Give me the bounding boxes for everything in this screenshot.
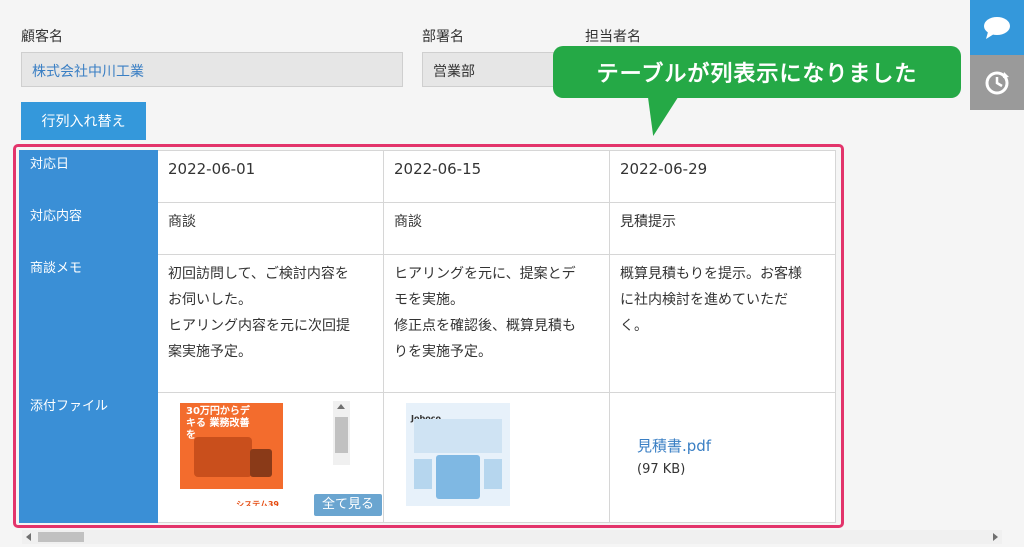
memo-cell[interactable]: 概算見積もりを提示。お客様 に社内検討を進めていただ く。 xyxy=(609,254,836,393)
memo-line: 修正点を確認後、概算見積も xyxy=(394,318,576,334)
thumbnail-illustration xyxy=(484,459,502,489)
thumbnail-footer: システム39 xyxy=(180,489,283,506)
horizontal-scrollbar[interactable] xyxy=(22,530,1002,544)
header-memo: 商談メモ xyxy=(19,254,158,393)
thumbnail-illustration xyxy=(194,437,252,477)
scroll-left-icon[interactable] xyxy=(26,533,31,541)
scroll-right-icon[interactable] xyxy=(993,533,998,541)
activity-table: 対応日 2022-06-01 2022-06-15 2022-06-29 対応内… xyxy=(19,150,836,523)
date-cell[interactable]: 2022-06-29 xyxy=(609,150,836,203)
attachment-thumbnail[interactable]: 30万円からデキる 業務改善を システム39 xyxy=(180,403,283,506)
memo-line: 案実施予定。 xyxy=(168,344,252,360)
date-cell[interactable]: 2022-06-15 xyxy=(383,150,610,203)
comment-panel-button[interactable] xyxy=(970,0,1024,55)
thumbnail-illustration xyxy=(250,449,272,477)
swap-rows-columns-button[interactable]: 行列入れ替え xyxy=(21,102,146,140)
thumbnail-illustration xyxy=(414,419,502,453)
person-label: 担当者名 xyxy=(585,29,641,45)
callout-bubble: テーブルが列表示になりました xyxy=(553,46,961,98)
attachment-cell: Joboco xyxy=(383,392,610,523)
department-field[interactable]: 営業部 xyxy=(422,52,554,87)
memo-line: モを実施。 xyxy=(394,292,464,308)
memo-line: 初回訪問して、ご検討内容を xyxy=(168,266,349,282)
file-link[interactable]: 見積書.pdf xyxy=(637,433,711,459)
content-cell[interactable]: 商談 xyxy=(157,202,384,255)
scroll-up-icon[interactable] xyxy=(337,404,345,409)
memo-cell[interactable]: 初回訪問して、ご検討内容を お伺いした。 ヒアリング内容を元に次回提 案実施予定… xyxy=(157,254,384,393)
comment-icon xyxy=(984,16,1010,39)
customer-label: 顧客名 xyxy=(21,29,63,45)
attachment-cell: 30万円からデキる 業務改善を システム39 全て見る xyxy=(157,392,384,523)
callout-tail xyxy=(642,96,679,136)
table-row: 商談メモ 初回訪問して、ご検討内容を お伺いした。 ヒアリング内容を元に次回提 … xyxy=(19,254,836,393)
memo-line: に社内検討を進めていただ xyxy=(620,292,788,308)
scrollbar-thumb[interactable] xyxy=(335,417,348,453)
memo-line: ヒアリングを元に、提案とデ xyxy=(394,266,576,282)
thumbnail-illustration xyxy=(414,459,432,489)
memo-line: く。 xyxy=(620,318,648,334)
memo-line: 概算見積もりを提示。お客様 xyxy=(620,266,802,282)
scrollbar-thumb[interactable] xyxy=(38,532,84,542)
memo-cell[interactable]: ヒアリングを元に、提案とデ モを実施。 修正点を確認後、概算見積も りを実施予定… xyxy=(383,254,610,393)
view-all-button[interactable]: 全て見る xyxy=(314,494,382,516)
file-size: (97 KB) xyxy=(637,462,686,477)
memo-line: りを実施予定。 xyxy=(394,344,492,360)
date-cell[interactable]: 2022-06-01 xyxy=(157,150,384,203)
table-row: 対応日 2022-06-01 2022-06-15 2022-06-29 xyxy=(19,150,836,203)
table-row: 添付ファイル 30万円からデキる 業務改善を システム39 全て見る Joboc… xyxy=(19,392,836,523)
header-date: 対応日 xyxy=(19,150,158,203)
attachment-cell: 見積書.pdf (97 KB) xyxy=(609,392,836,523)
memo-line: ヒアリング内容を元に次回提 xyxy=(168,318,350,334)
content-cell[interactable]: 商談 xyxy=(383,202,610,255)
memo-line: お伺いした。 xyxy=(168,292,252,308)
table-row: 対応内容 商談 商談 見積提示 xyxy=(19,202,836,255)
thumbnail-illustration xyxy=(436,455,480,499)
content-cell[interactable]: 見積提示 xyxy=(609,202,836,255)
department-label: 部署名 xyxy=(422,29,464,45)
history-icon xyxy=(985,71,1009,94)
header-content: 対応内容 xyxy=(19,202,158,255)
attachment-thumbnail[interactable]: Joboco xyxy=(406,403,510,506)
customer-field[interactable]: 株式会社中川工業 xyxy=(21,52,403,87)
header-attachment: 添付ファイル xyxy=(19,392,158,523)
history-panel-button[interactable] xyxy=(970,55,1024,110)
attachment-scrollbar[interactable] xyxy=(333,401,350,465)
